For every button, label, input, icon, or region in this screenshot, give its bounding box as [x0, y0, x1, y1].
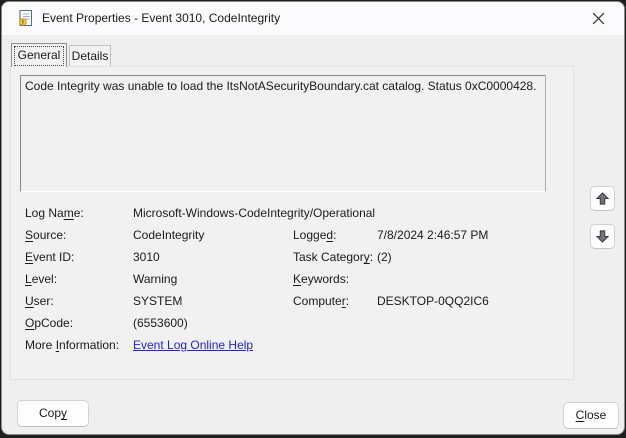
tab-general[interactable]: General [11, 43, 67, 67]
close-button[interactable]: Close [563, 402, 619, 429]
computer-value: DESKTOP-0QQ2IC6 [377, 294, 489, 308]
field-row: OpCode: (6553600) [25, 316, 569, 334]
source-value: CodeIntegrity [133, 228, 204, 242]
computer-label: Computer: [293, 294, 349, 308]
field-row: User: SYSTEM Computer: DESKTOP-0QQ2IC6 [25, 294, 569, 312]
copy-button[interactable]: Copy [17, 400, 89, 427]
level-value: Warning [133, 272, 177, 286]
up-arrow-icon [595, 191, 610, 206]
field-row: Log Name: Microsoft-Windows-CodeIntegrit… [25, 206, 569, 224]
task-category-value: (2) [377, 250, 392, 264]
log-name-label: Log Name: [25, 206, 84, 220]
task-category-label: Task Category: [293, 250, 373, 264]
keywords-label: Keywords: [293, 272, 349, 286]
event-log-online-help-link[interactable]: Event Log Online Help [133, 338, 253, 352]
event-log-icon [16, 9, 34, 27]
field-row: Event ID: 3010 Task Category: (2) [25, 250, 569, 268]
general-tab-page: Code Integrity was unable to load the It… [10, 66, 574, 380]
opcode-label: OpCode: [25, 316, 73, 330]
down-button[interactable] [590, 224, 615, 249]
tab-focus-rect: General [14, 46, 64, 66]
field-row: Level: Warning Keywords: [25, 272, 569, 290]
event-description-text: Code Integrity was unable to load the It… [25, 79, 536, 93]
user-label: User: [25, 294, 54, 308]
log-name-value: Microsoft-Windows-CodeIntegrity/Operatio… [133, 206, 375, 220]
event-id-label: Event ID: [25, 250, 74, 264]
event-description: Code Integrity was unable to load the It… [20, 75, 546, 192]
more-information-row: More Information: Event Log Online Help [25, 338, 569, 356]
up-button[interactable] [590, 186, 615, 211]
event-id-value: 3010 [133, 250, 160, 264]
more-information-label: More Information: [25, 338, 119, 352]
tab-details[interactable]: Details [69, 45, 111, 66]
field-row: Source: CodeIntegrity Logged: 7/8/2024 2… [25, 228, 569, 246]
down-arrow-icon [595, 229, 610, 244]
user-value: SYSTEM [133, 294, 182, 308]
tab-details-label: Details [72, 49, 109, 63]
event-properties-dialog: Event Properties - Event 3010, CodeInteg… [1, 1, 625, 435]
title-bar: Event Properties - Event 3010, CodeInteg… [2, 2, 624, 35]
close-icon[interactable] [578, 2, 618, 34]
tab-general-label: General [18, 48, 61, 62]
logged-value: 7/8/2024 2:46:57 PM [377, 228, 488, 242]
opcode-value: (6553600) [133, 316, 188, 330]
level-label: Level: [25, 272, 57, 286]
source-label: Source: [25, 228, 66, 242]
window-title: Event Properties - Event 3010, CodeInteg… [42, 2, 280, 35]
logged-label: Logged: [293, 228, 336, 242]
